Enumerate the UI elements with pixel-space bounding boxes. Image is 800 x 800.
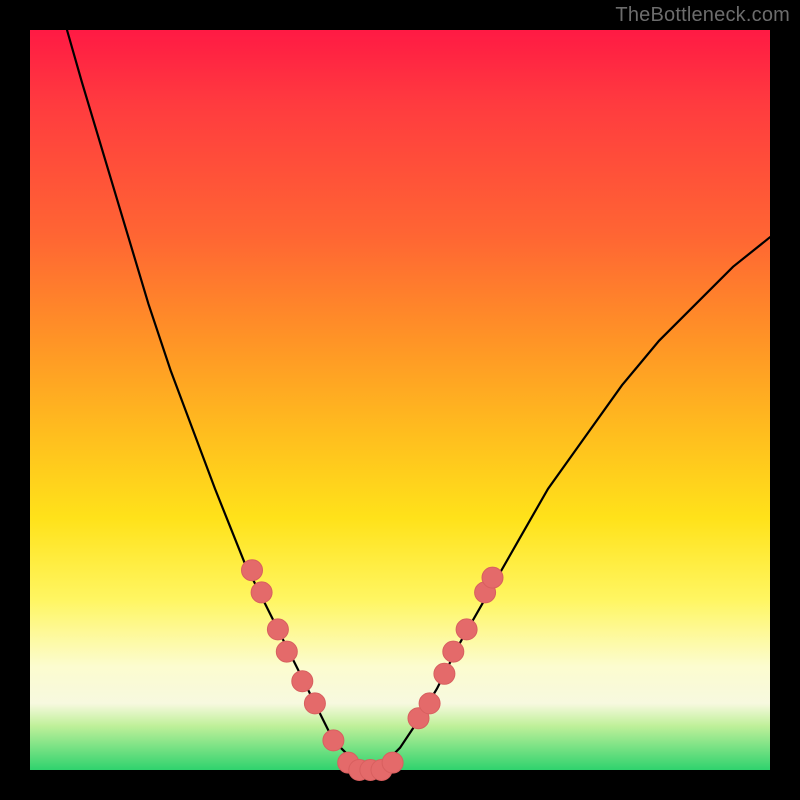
marker-dot xyxy=(292,671,313,692)
plot-area xyxy=(30,30,770,770)
marker-dot xyxy=(456,619,477,640)
chart-frame: TheBottleneck.com xyxy=(0,0,800,800)
marker-dot xyxy=(482,567,503,588)
marker-dot xyxy=(419,693,440,714)
marker-dot xyxy=(251,582,272,603)
marker-dot xyxy=(267,619,288,640)
watermark-text: TheBottleneck.com xyxy=(615,4,790,27)
marker-dot xyxy=(323,730,344,751)
marker-dot xyxy=(304,693,325,714)
marker-dot xyxy=(434,663,455,684)
marker-dot xyxy=(242,560,263,581)
chart-svg xyxy=(30,30,770,770)
marker-dot xyxy=(276,641,297,662)
marker-dot xyxy=(382,752,403,773)
marker-dot xyxy=(443,641,464,662)
bottleneck-curve xyxy=(67,30,770,770)
curve-markers xyxy=(242,560,504,781)
